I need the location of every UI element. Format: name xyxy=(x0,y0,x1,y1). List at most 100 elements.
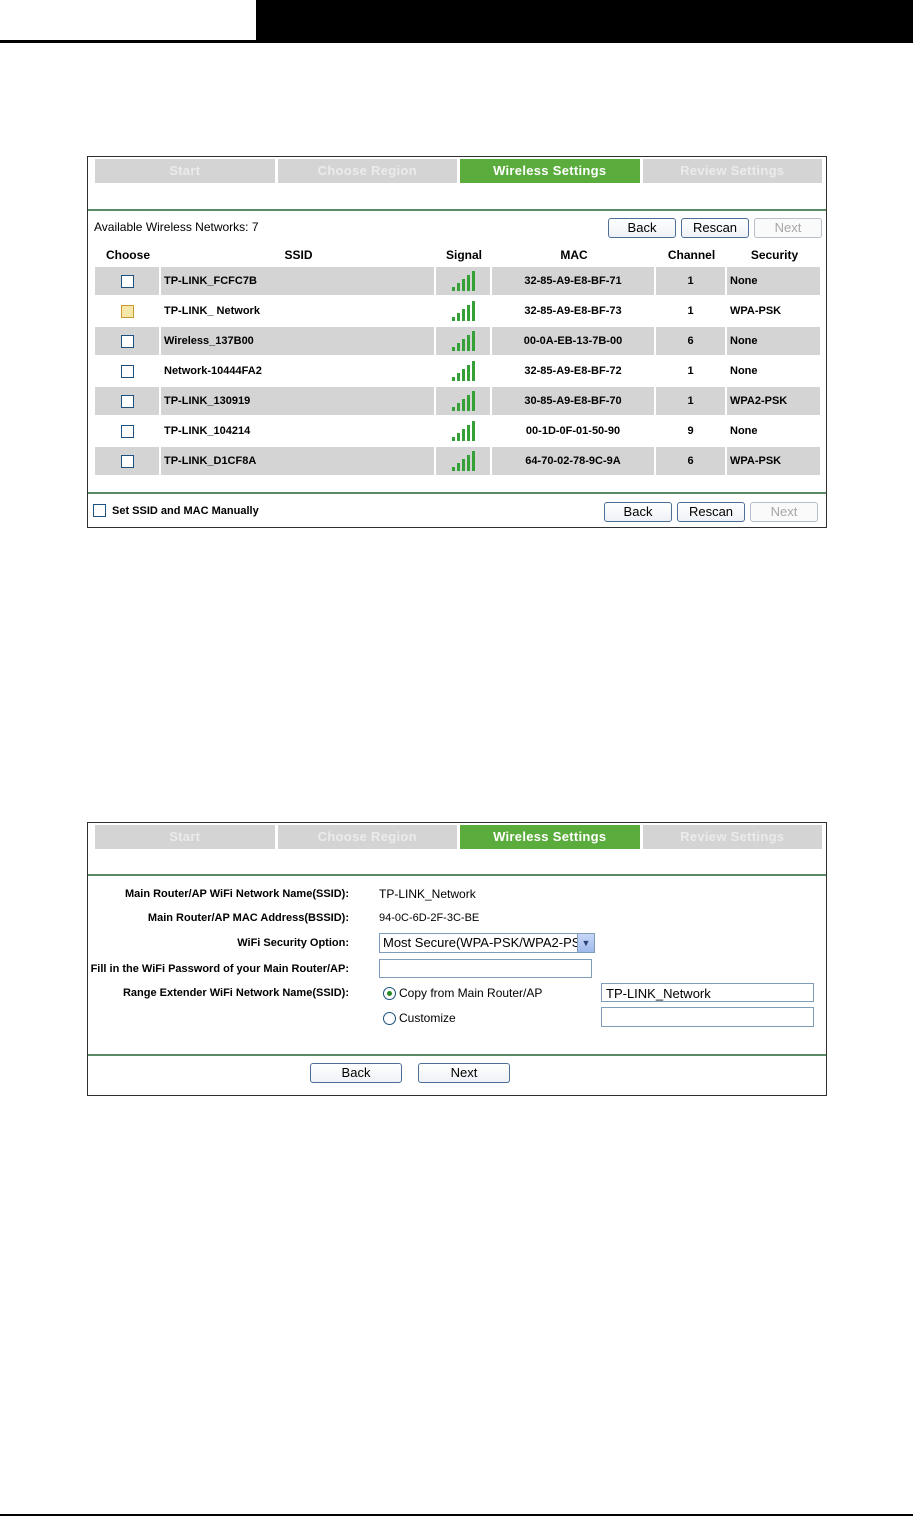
signal-strength-icon xyxy=(451,391,475,411)
back-button[interactable]: Back xyxy=(310,1063,402,1083)
signal-bar xyxy=(461,339,465,351)
tab-review-settings: Review Settings xyxy=(642,159,822,183)
next-button-bottom[interactable]: Next xyxy=(750,502,818,522)
table-row[interactable]: TP-LINK_ Network 32-85-A9-E8-BF-73 1 WPA-PS… xyxy=(95,297,822,327)
col-choose: Choose xyxy=(105,248,150,262)
signal-bar xyxy=(466,305,470,321)
ssid-cell: TP-LINK_104214 xyxy=(161,417,436,447)
signal-bar xyxy=(456,463,460,471)
security-cell: None xyxy=(727,327,822,357)
next-button[interactable]: Next xyxy=(754,218,822,238)
next-button[interactable]: Next xyxy=(418,1063,510,1083)
mac-cell: 64-70-02-78-9C-9A xyxy=(492,447,656,477)
networks-table: Choose SSID Signal MAC Channel Security … xyxy=(95,243,822,477)
ssid-cell: Network-10444FA2 xyxy=(161,357,436,387)
tab-choose-region: Choose Region xyxy=(277,825,457,849)
choose-checkbox[interactable] xyxy=(120,274,134,288)
customize-radio[interactable] xyxy=(383,1011,396,1025)
chevron-down-icon[interactable]: ▼ xyxy=(577,934,594,952)
customize-option[interactable]: Customize xyxy=(383,1011,456,1025)
tab-review-settings: Review Settings xyxy=(642,825,822,849)
copy-radio[interactable] xyxy=(383,986,396,1000)
password-input[interactable] xyxy=(379,959,592,978)
table-row[interactable]: TP-LINK_104214 00-1D-0F-01-50-90 9 None xyxy=(95,417,822,447)
ssid-value: TP-LINK_Network xyxy=(379,887,476,901)
bssid-value: 94-0C-6D-2F-3C-BE xyxy=(379,912,480,924)
signal-bar xyxy=(461,429,465,441)
manual-checkbox[interactable] xyxy=(93,504,106,517)
signal-bar xyxy=(461,309,465,321)
channel-cell: 9 xyxy=(656,417,727,447)
security-cell: None xyxy=(727,417,822,447)
copy-option[interactable]: Copy from Main Router/AP xyxy=(383,986,542,1000)
col-mac: MAC xyxy=(560,248,588,262)
signal-bar xyxy=(471,331,475,351)
mac-cell: 32-85-A9-E8-BF-72 xyxy=(492,357,656,387)
security-cell: WPA-PSK xyxy=(727,447,822,477)
table-row[interactable]: TP-LINK_FCFC7B 32-85-A9-E8-BF-71 1 None xyxy=(95,267,822,297)
mac-cell: 30-85-A9-E8-BF-70 xyxy=(492,387,656,417)
tab-start: Start xyxy=(95,159,275,183)
manual-setting-option[interactable]: Set SSID and MAC Manually xyxy=(93,504,259,517)
signal-bar xyxy=(471,271,475,291)
choose-cell xyxy=(95,357,161,387)
choose-cell xyxy=(95,297,161,327)
manual-label: Set SSID and MAC Manually xyxy=(112,504,259,517)
back-button[interactable]: Back xyxy=(608,218,676,238)
divider xyxy=(88,1054,826,1056)
customize-option-label: Customize xyxy=(399,1011,456,1025)
bssid-label: Main Router/AP MAC Address(BSSID): xyxy=(147,912,349,924)
back-button-bottom[interactable]: Back xyxy=(604,502,672,522)
security-select[interactable]: Most Secure(WPA-PSK/WPA2-PSK) ▼ xyxy=(379,933,595,953)
choose-checkbox[interactable] xyxy=(120,394,134,408)
col-channel: Channel xyxy=(667,248,716,262)
tab-start: Start xyxy=(95,825,275,849)
ssid-cell: TP-LINK_FCFC7B xyxy=(161,267,436,297)
signal-strength-icon xyxy=(451,421,475,441)
choose-checkbox[interactable] xyxy=(120,364,134,378)
copy-option-label: Copy from Main Router/AP xyxy=(399,986,543,1000)
choose-cell xyxy=(95,387,161,417)
signal-bar xyxy=(471,451,475,471)
mac-cell: 00-1D-0F-01-50-90 xyxy=(492,417,656,447)
signal-bar xyxy=(456,403,460,411)
signal-strength-icon xyxy=(451,451,475,471)
page-header-rule xyxy=(0,40,913,43)
choose-checkbox[interactable] xyxy=(120,454,134,468)
table-row[interactable]: TP-LINK_130919 30-85-A9-E8-BF-70 1 WPA2-PSK xyxy=(95,387,822,417)
signal-bar xyxy=(466,365,470,381)
signal-bar xyxy=(466,395,470,411)
tab-wireless-settings: Wireless Settings xyxy=(460,825,640,849)
signal-strength-icon xyxy=(451,331,475,351)
security-cell: WPA2-PSK xyxy=(727,387,822,417)
table-row[interactable]: Network-10444FA2 32-85-A9-E8-BF-72 1 None xyxy=(95,357,822,387)
signal-bar xyxy=(451,407,455,411)
extender-ssid-label: Range Extender WiFi Network Name(SSID): xyxy=(122,987,349,999)
security-selected-value: Most Secure(WPA-PSK/WPA2-PSK) xyxy=(383,935,594,950)
choose-checkbox[interactable] xyxy=(120,334,134,348)
table-row[interactable]: Wireless_137B00 00-0A-EB-13-7B-00 6 None xyxy=(95,327,822,357)
wizard-tabs: Start Choose Region Wireless Settings Re… xyxy=(95,159,822,183)
rescan-button-bottom[interactable]: Rescan xyxy=(677,502,745,522)
signal-bar xyxy=(456,433,460,441)
signal-bar xyxy=(471,421,475,441)
signal-cell xyxy=(436,447,492,477)
mac-cell: 32-85-A9-E8-BF-71 xyxy=(492,267,656,297)
choose-cell xyxy=(95,327,161,357)
channel-cell: 1 xyxy=(656,387,727,417)
custom-ssid-input[interactable] xyxy=(601,1007,814,1027)
table-row[interactable]: TP-LINK_D1CF8A 64-70-02-78-9C-9A 6 WPA-PSK xyxy=(95,447,822,477)
signal-bar xyxy=(461,279,465,291)
signal-cell xyxy=(436,297,492,327)
ssid-label: Main Router/AP WiFi Network Name(SSID): xyxy=(124,888,349,900)
choose-checkbox[interactable] xyxy=(120,304,134,318)
signal-cell xyxy=(436,357,492,387)
signal-cell xyxy=(436,327,492,357)
table-header: Choose SSID Signal MAC Channel Security xyxy=(95,243,822,267)
signal-bar xyxy=(451,377,455,381)
choose-cell xyxy=(95,267,161,297)
copy-ssid-input[interactable]: TP-LINK_Network xyxy=(601,983,814,1002)
mac-cell: 32-85-A9-E8-BF-73 xyxy=(492,297,656,327)
rescan-button[interactable]: Rescan xyxy=(681,218,749,238)
choose-checkbox[interactable] xyxy=(120,424,134,438)
